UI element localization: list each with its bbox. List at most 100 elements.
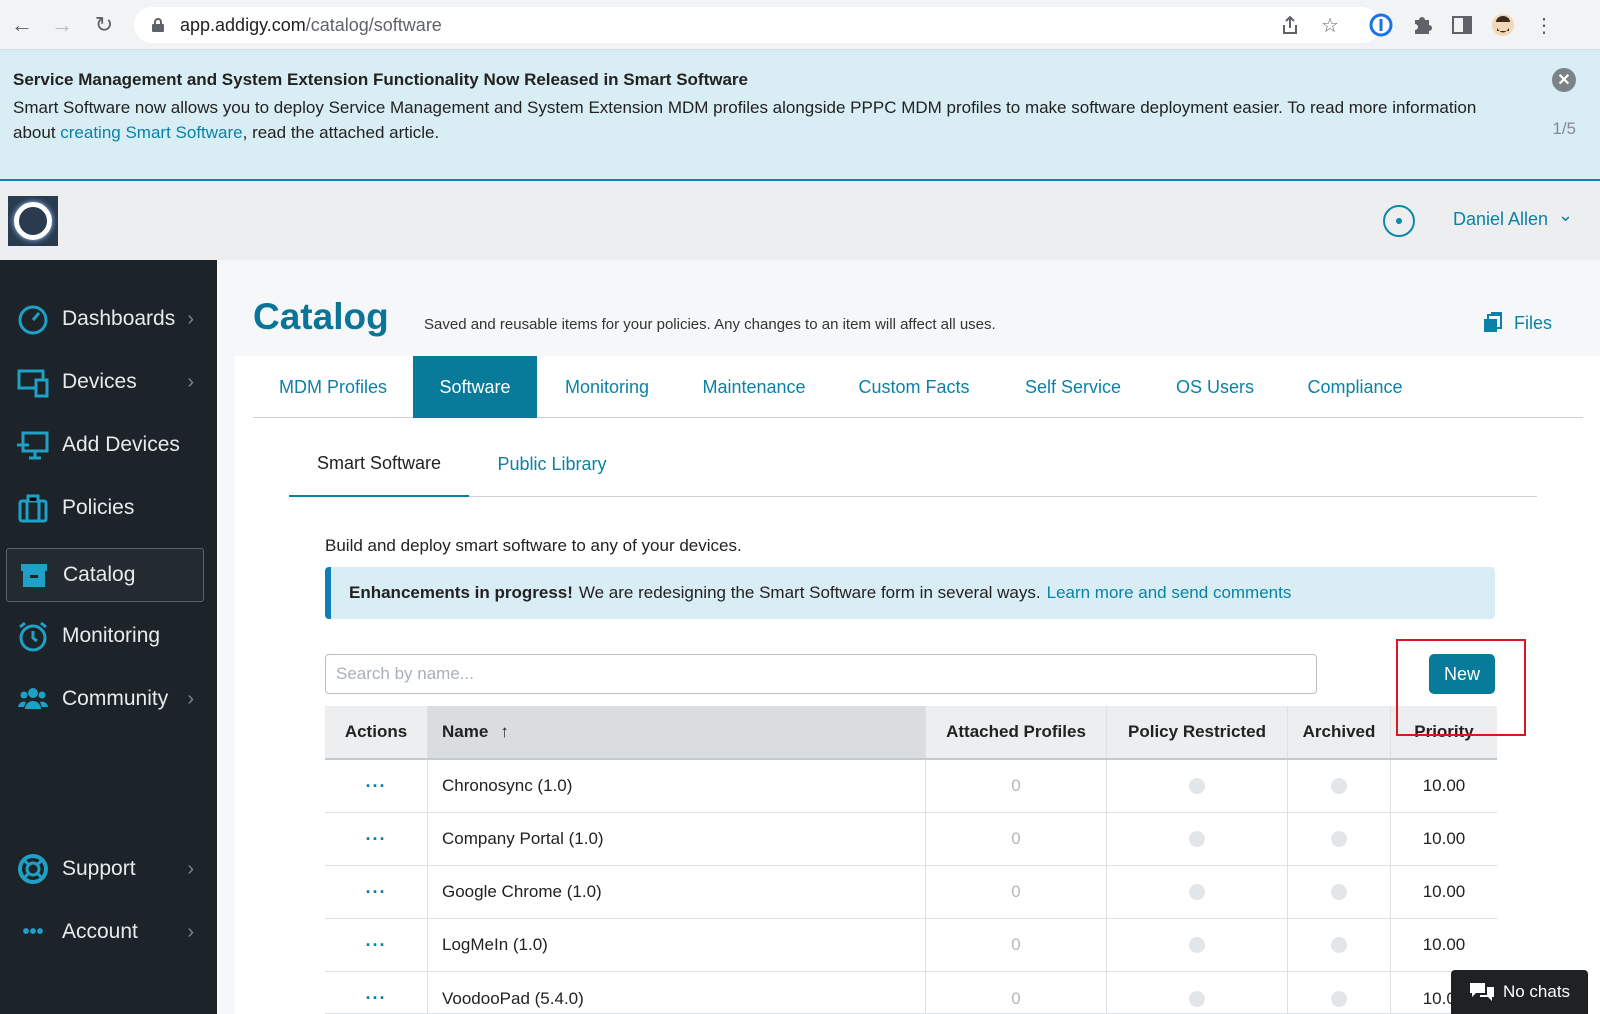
sidebar-item-add-devices[interactable]: Add Devices — [6, 418, 204, 472]
star-icon[interactable]: ☆ — [1316, 11, 1344, 39]
user-menu[interactable]: Daniel Allen — [1453, 209, 1548, 230]
col-archived[interactable]: Archived — [1288, 706, 1391, 758]
col-attached-profiles[interactable]: Attached Profiles — [926, 706, 1107, 758]
col-name[interactable]: Name ↑ — [428, 706, 926, 758]
row-archived — [1288, 813, 1391, 865]
sidebar-item-community[interactable]: Community › — [6, 672, 204, 726]
table-row[interactable]: ··· Company Portal (1.0) 0 10.00 — [325, 813, 1497, 866]
row-actions[interactable]: ··· — [325, 813, 428, 865]
row-name[interactable]: VoodooPad (5.4.0) — [428, 972, 926, 1013]
ellipsis-icon: ••• — [22, 920, 44, 943]
row-attached: 0 — [926, 866, 1107, 918]
sidebar-item-label: Community — [62, 687, 169, 710]
sort-asc-icon: ↑ — [500, 722, 509, 741]
tab-mdm-profiles[interactable]: MDM Profiles — [253, 356, 413, 418]
tab-software[interactable]: Software — [413, 356, 537, 418]
status-dot — [1331, 990, 1347, 1007]
tab-maintenance[interactable]: Maintenance — [677, 356, 831, 418]
banner-text-after: , read the attached article. — [242, 123, 440, 142]
row-policy-restricted — [1107, 866, 1288, 918]
status-dot — [1189, 990, 1205, 1007]
sidebar-item-dashboards[interactable]: Dashboards › — [6, 292, 204, 346]
chevron-right-icon: › — [187, 857, 194, 880]
browser-toolbar: ← → ↻ app.addigy.com/catalog/software ☆ … — [0, 0, 1600, 50]
row-priority: 10.00 — [1422, 935, 1466, 954]
tab-monitoring[interactable]: Monitoring — [537, 356, 677, 418]
table-row[interactable]: ··· Chronosync (1.0) 0 10.00 — [325, 760, 1497, 813]
tab-custom-facts[interactable]: Custom Facts — [831, 356, 997, 418]
col-actions: Actions — [325, 706, 428, 758]
row-name[interactable]: Google Chrome (1.0) — [428, 866, 926, 918]
ellipsis-icon[interactable]: ··· — [366, 988, 387, 1009]
new-button-highlight — [1396, 639, 1526, 736]
alert-link[interactable]: Learn more and send comments — [1047, 583, 1292, 603]
profile-avatar-icon[interactable] — [1489, 11, 1517, 39]
password-manager-icon[interactable] — [1367, 11, 1395, 39]
sidebar-item-label: Dashboards — [62, 307, 176, 330]
kebab-menu-icon[interactable]: ⋮ — [1530, 11, 1558, 39]
files-link[interactable]: Files — [1482, 312, 1552, 334]
table-row[interactable]: ··· VoodooPad (5.4.0) 0 10.00 — [325, 972, 1497, 1014]
ellipsis-icon[interactable]: ··· — [366, 882, 387, 903]
enhancement-alert: Enhancements in progress! We are redesig… — [325, 567, 1495, 619]
row-name[interactable]: Chronosync (1.0) — [428, 760, 926, 812]
chevron-down-icon[interactable]: ⌄ — [1558, 205, 1573, 226]
gauge-icon — [16, 302, 50, 336]
sidebar-item-label: Support — [62, 857, 136, 880]
row-name[interactable]: LogMeIn (1.0) — [428, 919, 926, 971]
banner-link[interactable]: creating Smart Software — [60, 123, 242, 142]
close-icon[interactable]: ✕ — [1552, 68, 1576, 92]
url-host: app.addigy.com — [180, 14, 306, 35]
banner-title: Service Management and System Extension … — [13, 70, 748, 89]
ellipsis-icon[interactable]: ··· — [366, 776, 387, 797]
devices-icon — [16, 365, 50, 399]
url-path: /catalog/software — [305, 14, 442, 35]
search-input[interactable] — [325, 654, 1317, 694]
subtab-smart-software[interactable]: Smart Software — [289, 431, 469, 497]
sidebar-item-monitoring[interactable]: Monitoring — [6, 609, 204, 663]
puzzle-icon[interactable] — [1408, 11, 1436, 39]
status-dot — [1331, 884, 1347, 900]
chat-bubbles-icon — [1469, 983, 1494, 1001]
users-icon — [16, 682, 50, 716]
row-actions[interactable]: ··· — [325, 972, 428, 1013]
chevron-right-icon: › — [187, 370, 194, 393]
tab-self-service[interactable]: Self Service — [997, 356, 1149, 418]
side-panel-icon[interactable] — [1448, 11, 1476, 39]
sidebar-item-devices[interactable]: Devices › — [6, 355, 204, 409]
sidebar-item-catalog[interactable]: Catalog — [6, 548, 204, 602]
share-icon[interactable] — [1276, 11, 1304, 39]
back-arrow-icon[interactable]: ← — [8, 11, 36, 39]
row-archived — [1288, 866, 1391, 918]
row-actions[interactable]: ··· — [325, 919, 428, 971]
banner-pager[interactable]: 1/5 — [1552, 119, 1576, 139]
addigy-logo[interactable] — [8, 196, 58, 246]
sidebar-item-support[interactable]: Support › — [6, 842, 204, 896]
table-row[interactable]: ··· Google Chrome (1.0) 0 10.00 — [325, 866, 1497, 919]
row-archived — [1288, 760, 1391, 812]
help-icon[interactable] — [1383, 205, 1415, 237]
row-actions[interactable]: ··· — [325, 866, 428, 918]
row-priority: 10.00 — [1422, 882, 1466, 901]
row-policy-restricted — [1107, 972, 1288, 1013]
sidebar-item-label: Policies — [62, 496, 135, 519]
forward-arrow-icon[interactable]: → — [48, 11, 76, 39]
sidebar-item-policies[interactable]: Policies — [6, 481, 204, 535]
briefcase-icon — [16, 491, 50, 525]
tab-compliance[interactable]: Compliance — [1281, 356, 1429, 418]
archive-box-icon — [17, 558, 51, 592]
address-bar[interactable]: app.addigy.com/catalog/software — [134, 7, 1380, 43]
chat-widget[interactable]: No chats — [1451, 970, 1588, 1014]
ellipsis-icon[interactable]: ··· — [366, 935, 387, 956]
row-policy-restricted — [1107, 919, 1288, 971]
chat-label: No chats — [1502, 982, 1571, 1001]
ellipsis-icon[interactable]: ··· — [366, 829, 387, 850]
col-policy-restricted[interactable]: Policy Restricted — [1107, 706, 1288, 758]
row-name[interactable]: Company Portal (1.0) — [428, 813, 926, 865]
reload-icon[interactable]: ↻ — [90, 11, 118, 39]
sidebar-item-account[interactable]: ••• Account › — [6, 905, 204, 959]
tab-os-users[interactable]: OS Users — [1149, 356, 1281, 418]
row-actions[interactable]: ··· — [325, 760, 428, 812]
subtab-public-library[interactable]: Public Library — [469, 431, 635, 497]
table-row[interactable]: ··· LogMeIn (1.0) 0 10.00 — [325, 919, 1497, 972]
